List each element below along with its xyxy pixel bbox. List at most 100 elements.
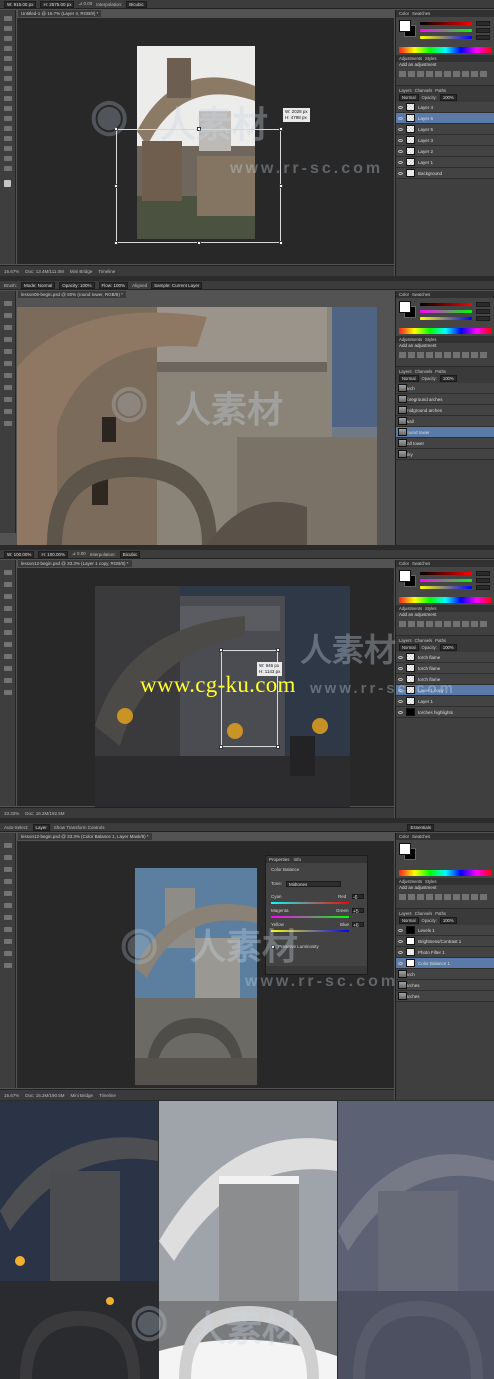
layer-row[interactable]: Levels 1 <box>396 925 494 936</box>
layer-row[interactable]: tall tower <box>396 438 494 449</box>
blend-mode-select[interactable]: Normal <box>399 644 419 651</box>
visibility-eye-icon[interactable] <box>398 116 403 120</box>
blue-value[interactable] <box>476 35 490 40</box>
color-balance-icon[interactable] <box>453 894 460 900</box>
crop-tool-icon[interactable] <box>4 879 12 884</box>
blend-mode-select[interactable]: Normal <box>399 917 419 924</box>
width-field[interactable]: W: 100.00% <box>4 550 35 558</box>
visibility-eye-icon[interactable] <box>398 666 403 670</box>
color-ramp[interactable] <box>399 597 492 603</box>
visibility-eye-icon[interactable] <box>398 138 403 142</box>
levels-icon[interactable] <box>408 621 415 627</box>
layer-row[interactable]: Layer 1 <box>396 696 494 707</box>
eraser-tool-icon[interactable] <box>4 373 12 378</box>
opacity-field[interactable]: Opacity: 100% <box>59 281 95 289</box>
type-tool-icon[interactable] <box>4 126 12 131</box>
channels-tab[interactable]: Channels <box>415 911 433 916</box>
zoom-tool-icon[interactable] <box>4 690 12 695</box>
transform-handle-tl[interactable] <box>219 648 223 652</box>
layer-row[interactable]: Color Balance 1 <box>396 958 494 969</box>
color-tab[interactable]: Color <box>399 292 409 297</box>
red-slider[interactable] <box>420 22 472 25</box>
blend-mode-select[interactable]: Normal <box>399 375 419 382</box>
bw-icon[interactable] <box>462 621 469 627</box>
timeline-tab[interactable]: Timeline <box>99 1093 116 1098</box>
color-tab[interactable]: Color <box>399 11 409 16</box>
foreground-swatch[interactable] <box>399 301 411 313</box>
blend-mode-select[interactable]: Normal <box>399 94 419 101</box>
visibility-eye-icon[interactable] <box>398 127 403 131</box>
adjustments-tab[interactable]: Adjustments <box>399 337 422 342</box>
layer-row[interactable]: wall <box>396 416 494 427</box>
layer-row[interactable]: Photo Filter 1 <box>396 947 494 958</box>
eraser-tool-icon[interactable] <box>4 86 12 91</box>
height-field[interactable]: H: 100.00% <box>38 550 68 558</box>
layers-tab[interactable]: Layers <box>399 88 412 93</box>
timeline-tab[interactable]: Timeline <box>98 269 115 274</box>
stamp-tool-icon[interactable] <box>4 903 12 908</box>
paths-tab[interactable]: Paths <box>435 911 446 916</box>
photo-filter-icon[interactable] <box>471 71 478 77</box>
mixer-icon[interactable] <box>480 621 487 627</box>
zoom-tool-icon[interactable] <box>4 421 12 426</box>
pen-tool-icon[interactable] <box>4 927 12 932</box>
red-value[interactable] <box>476 302 490 307</box>
show-transform-checkbox[interactable]: Show Transform Controls <box>54 825 105 830</box>
layers-tab[interactable]: Layers <box>399 638 412 643</box>
layer-row[interactable]: round tower <box>396 427 494 438</box>
layer-row[interactable]: arch <box>396 383 494 394</box>
gradient-tool-icon[interactable] <box>4 96 12 101</box>
paths-tab[interactable]: Paths <box>435 88 446 93</box>
green-value[interactable] <box>476 309 490 314</box>
stamp-tool-icon[interactable] <box>4 361 12 366</box>
hue-icon[interactable] <box>444 894 451 900</box>
layer-row[interactable]: Layer 6 <box>396 113 494 124</box>
visibility-eye-icon[interactable] <box>398 928 403 932</box>
stamp-tool-icon[interactable] <box>4 630 12 635</box>
levels-icon[interactable] <box>408 71 415 77</box>
type-tool-icon[interactable] <box>4 939 12 944</box>
bw-icon[interactable] <box>462 894 469 900</box>
styles-tab[interactable]: Styles <box>425 606 436 611</box>
foreground-swatch[interactable] <box>399 843 411 855</box>
green-value[interactable] <box>476 28 490 33</box>
blue-slider[interactable] <box>420 36 472 39</box>
layer-row[interactable]: Layer 4 <box>396 102 494 113</box>
crop-tool-icon[interactable] <box>4 337 12 342</box>
color-balance-icon[interactable] <box>453 621 460 627</box>
lasso-tool-icon[interactable] <box>4 867 12 872</box>
rotate-field[interactable]: ⊿ 0.00 <box>78 1 92 7</box>
height-field[interactable]: H: 2575.00 px <box>40 0 75 8</box>
visibility-eye-icon[interactable] <box>398 655 403 659</box>
type-tool-icon[interactable] <box>4 397 12 402</box>
layer-row[interactable]: torches highlights <box>396 707 494 718</box>
red-value[interactable] <box>476 21 490 26</box>
transform-handle-b[interactable] <box>197 241 201 245</box>
tone-select[interactable]: Midtones <box>286 881 341 887</box>
rotate-field[interactable]: ⊿ 0.00 <box>72 551 86 557</box>
hand-tool-icon[interactable] <box>4 951 12 956</box>
shape-tool-icon[interactable] <box>4 146 12 151</box>
visibility-eye-icon[interactable] <box>398 105 403 109</box>
layer-row[interactable]: torch flame <box>396 652 494 663</box>
layer-row[interactable]: Layer 3 <box>396 135 494 146</box>
lasso-tool-icon[interactable] <box>4 325 12 330</box>
bw-icon[interactable] <box>462 352 469 358</box>
styles-tab[interactable]: Styles <box>425 879 436 884</box>
layer-row[interactable]: arches <box>396 980 494 991</box>
layer-row[interactable]: arches <box>396 991 494 1002</box>
vibrance-icon[interactable] <box>435 71 442 77</box>
pen-tool-icon[interactable] <box>4 385 12 390</box>
mode-select[interactable]: Mode: Normal <box>21 281 56 289</box>
zoom-tool-icon[interactable] <box>4 166 12 171</box>
zoom-tool-icon[interactable] <box>4 963 12 968</box>
color-balance-icon[interactable] <box>453 71 460 77</box>
visibility-eye-icon[interactable] <box>398 171 403 175</box>
blue-value[interactable] <box>476 316 490 321</box>
visibility-eye-icon[interactable] <box>398 699 403 703</box>
properties-tab[interactable]: Properties <box>269 857 290 862</box>
layer-row[interactable]: Layer 1 <box>396 157 494 168</box>
transform-handle-br[interactable] <box>279 241 283 245</box>
hand-tool-icon[interactable] <box>4 409 12 414</box>
foreground-swatch[interactable] <box>399 20 411 32</box>
